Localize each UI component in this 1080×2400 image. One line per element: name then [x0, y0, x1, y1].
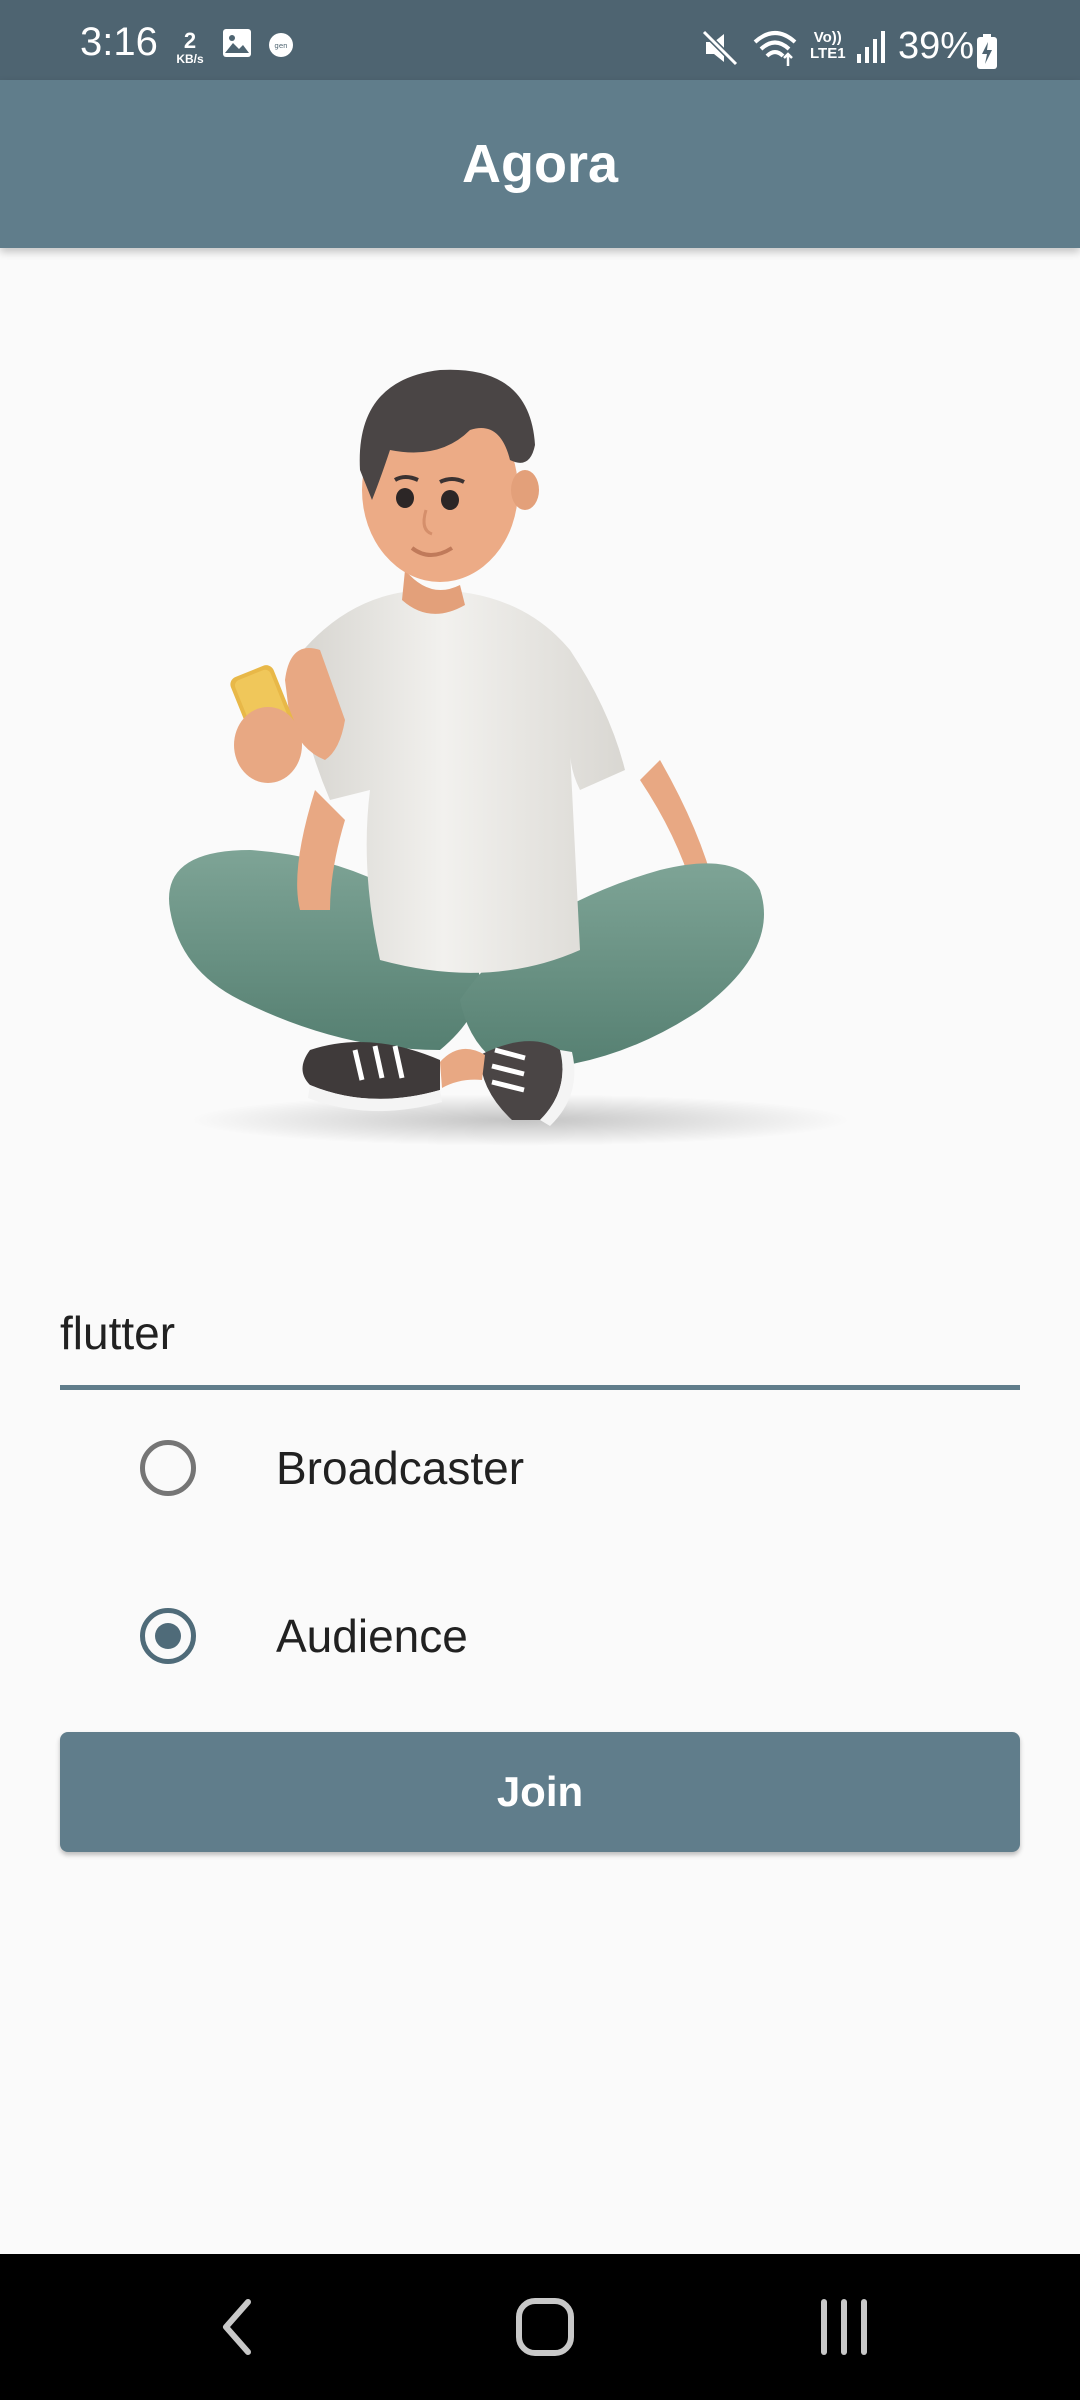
gallery-icon: [222, 28, 252, 63]
audience-radio-button[interactable]: [140, 1608, 196, 1664]
notification-icon: gen: [268, 32, 294, 63]
recents-icon[interactable]: [812, 2292, 882, 2367]
audience-label: Audience: [276, 1610, 468, 1662]
role-option-broadcaster[interactable]: Broadcaster: [60, 1408, 1020, 1528]
broadcaster-label: Broadcaster: [276, 1442, 525, 1494]
signal-icon: [856, 30, 888, 69]
volte-icon: Vo)) LTE1: [810, 30, 846, 62]
status-time: 3:16: [80, 20, 158, 64]
join-button[interactable]: Join: [60, 1732, 1020, 1852]
app-bar: Agora: [0, 80, 1080, 248]
home-icon[interactable]: [510, 2292, 580, 2367]
channel-field: [60, 1270, 1020, 1390]
wifi-icon: [752, 28, 798, 73]
network-speed: 2 KB/s: [172, 28, 208, 66]
volte-label-top: Vo)): [813, 29, 842, 46]
channel-input[interactable]: [60, 1288, 1020, 1378]
app-title: Agora: [461, 134, 618, 194]
status-bar: 3:16 2 KB/s gen Vo)) LTE1 39%: [0, 0, 1080, 80]
volte-label-bottom: LTE1: [810, 45, 846, 62]
system-nav-bar: [0, 2254, 1080, 2400]
network-speed-unit: KB/s: [176, 52, 204, 66]
person-sitting-illustration: [140, 350, 900, 1170]
network-speed-value: 2: [183, 28, 197, 53]
svg-text:gen: gen: [274, 42, 287, 50]
battery-percent: 39%: [898, 25, 975, 67]
battery-icon: [976, 34, 998, 75]
broadcaster-radio-button[interactable]: [140, 1440, 196, 1496]
role-option-audience[interactable]: Audience: [60, 1576, 1020, 1696]
radio-selected-dot: [155, 1623, 181, 1649]
mute-icon: [701, 29, 740, 71]
back-icon[interactable]: [210, 2292, 266, 2367]
